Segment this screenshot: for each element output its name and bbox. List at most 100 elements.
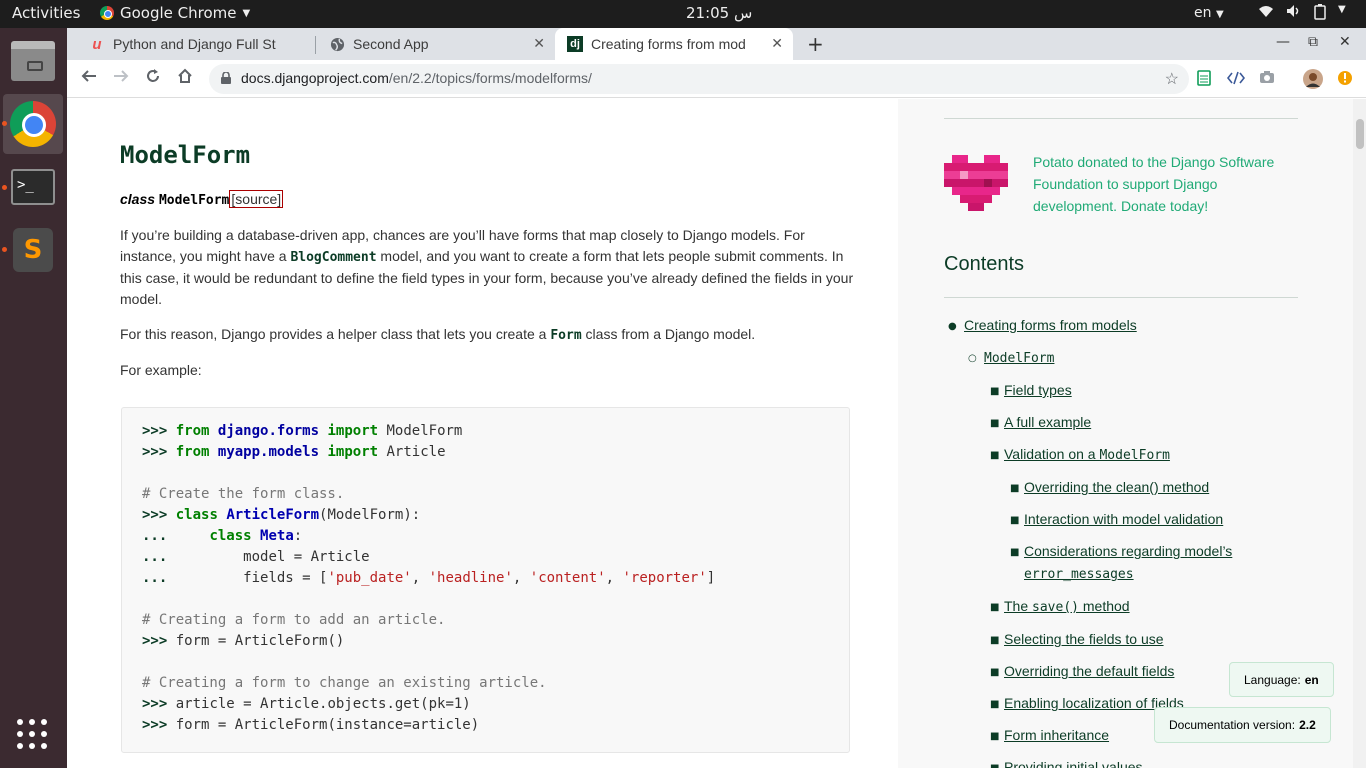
- tab-creating-forms[interactable]: dj Creating forms from mod ✕: [555, 28, 793, 60]
- code-token: 'pub_date': [327, 570, 412, 586]
- tab-python-django[interactable]: u Python and Django Full St: [77, 28, 313, 60]
- update-alert-icon[interactable]: [1337, 70, 1353, 90]
- toc-link[interactable]: Overriding the default fields: [1004, 660, 1174, 682]
- show-applications-icon[interactable]: [17, 719, 47, 749]
- code-token: ArticleForm: [226, 507, 320, 523]
- toc-text: Considerations regarding model’s: [1024, 543, 1233, 559]
- battery-icon: [1314, 4, 1326, 24]
- forward-button[interactable]: [113, 68, 129, 89]
- maximize-button[interactable]: ⧉: [1308, 34, 1318, 50]
- sublime-launcher[interactable]: S: [3, 220, 63, 280]
- bullet: ■: [990, 418, 1000, 429]
- app-menu-label: Google Chrome: [120, 4, 237, 22]
- new-tab-button[interactable]: +: [807, 32, 824, 56]
- scrollbar-thumb[interactable]: [1356, 119, 1364, 149]
- keyboard-language[interactable]: en ▼: [1194, 5, 1224, 21]
- activities-button[interactable]: Activities: [12, 4, 80, 22]
- code-token: class: [175, 507, 218, 523]
- chrome-icon: [100, 6, 114, 20]
- running-indicator: [2, 247, 7, 252]
- minimize-button[interactable]: —: [1276, 34, 1290, 50]
- contents-heading: Contents: [944, 253, 1025, 275]
- bullet: ○: [968, 353, 977, 364]
- close-window-button[interactable]: ✕: [1339, 34, 1351, 50]
- chrome-launcher[interactable]: [3, 94, 63, 154]
- code-token: Meta: [260, 528, 294, 544]
- code-block[interactable]: >>> from django.forms import ModelForm >…: [121, 407, 850, 753]
- clock[interactable]: 21:05 س: [686, 4, 752, 22]
- volume-icon: [1286, 4, 1302, 24]
- tab-title: Second App: [353, 36, 429, 52]
- url-text: docs.djangoproject.com/en/2.2/topics/for…: [241, 70, 592, 86]
- files-icon: [11, 41, 55, 81]
- code-token: 'reporter': [622, 570, 707, 586]
- toc-link[interactable]: Form inheritance: [1004, 724, 1109, 746]
- toc-text: method: [1078, 598, 1130, 614]
- code-token: from: [175, 423, 210, 439]
- close-icon[interactable]: ✕: [771, 35, 783, 52]
- code-token: model = Article: [243, 549, 370, 565]
- extension-code-icon[interactable]: [1226, 70, 1246, 90]
- toc-link[interactable]: Providing initial values: [1004, 756, 1143, 768]
- profile-avatar[interactable]: [1303, 69, 1323, 93]
- terminal-launcher[interactable]: >_: [3, 157, 63, 217]
- bullet: ■: [1010, 547, 1020, 558]
- dock: >_ S: [0, 28, 67, 768]
- source-link[interactable]: [source]: [229, 190, 284, 208]
- back-button[interactable]: [81, 68, 97, 89]
- pixel-heart-icon: [944, 155, 1008, 211]
- code-token: # Creating a form to add an article.: [142, 612, 446, 628]
- toc-link[interactable]: Selecting the fields to use: [1004, 628, 1164, 650]
- terminal-icon: >_: [11, 169, 55, 205]
- docs-version-badge[interactable]: Documentation version: 2.2: [1154, 707, 1331, 743]
- toc-link[interactable]: A full example: [1004, 411, 1091, 433]
- toc-link[interactable]: Field types: [1004, 379, 1072, 401]
- language-badge[interactable]: Language: en: [1229, 662, 1334, 697]
- url-path: /en/2.2/topics/forms/modelforms/: [388, 70, 592, 86]
- code-token: >>>: [142, 696, 168, 712]
- url-host: docs.djangoproject.com: [241, 70, 389, 86]
- lock-icon[interactable]: [221, 71, 231, 84]
- camera-icon[interactable]: [1259, 70, 1275, 88]
- donate-link[interactable]: Potato donated to the Django Software Fo…: [1033, 151, 1293, 217]
- toc-text: Validation on a: [1004, 446, 1100, 462]
- code-token: ...: [142, 549, 168, 565]
- web-page: ModelForm class ModelForm [source] If you…: [67, 99, 1366, 768]
- code-token: >>>: [142, 633, 168, 649]
- code-token: article = Article.objects.get(pk=1): [175, 696, 471, 712]
- bullet: ■: [990, 699, 1000, 710]
- code-token: from: [175, 444, 210, 460]
- wifi-icon: [1258, 4, 1274, 24]
- class-signature: class ModelForm [source]: [120, 190, 284, 208]
- app-menu[interactable]: Google Chrome ▼: [100, 4, 250, 22]
- toc-link[interactable]: Creating forms from models: [964, 314, 1137, 336]
- divider: [944, 297, 1298, 298]
- bullet: ■: [990, 731, 1000, 742]
- globe-icon: [329, 36, 345, 52]
- home-button[interactable]: [177, 68, 193, 89]
- extension-sheets-icon[interactable]: [1197, 70, 1211, 90]
- page-scrollbar[interactable]: [1353, 99, 1366, 768]
- badge-value: en: [1304, 672, 1319, 687]
- toc-code: save(): [1032, 600, 1079, 615]
- bookmark-star-icon[interactable]: ☆: [1165, 69, 1179, 89]
- signature-name: ModelForm: [158, 193, 230, 208]
- bullet: ■: [990, 635, 1000, 646]
- close-icon[interactable]: ✕: [533, 35, 545, 52]
- tab-second-app[interactable]: Second App ✕: [317, 28, 555, 60]
- reload-button[interactable]: [145, 68, 161, 89]
- system-tray[interactable]: ▼: [1258, 4, 1346, 24]
- files-launcher[interactable]: [3, 31, 63, 91]
- code-token: import: [327, 444, 379, 460]
- toc-link[interactable]: Validation on a ModelForm: [1004, 443, 1170, 467]
- bullet: ■: [990, 602, 1000, 613]
- toc-link[interactable]: Interaction with model validation: [1024, 508, 1223, 530]
- browser-toolbar: docs.djangoproject.com/en/2.2/topics/for…: [67, 60, 1366, 98]
- toc-link[interactable]: Overriding the clean() method: [1024, 476, 1209, 498]
- toc-link[interactable]: The save() method: [1004, 595, 1130, 619]
- toc-link[interactable]: ModelForm: [984, 346, 1054, 370]
- toc-link[interactable]: Considerations regarding model’s error_me…: [1024, 540, 1232, 586]
- address-bar[interactable]: docs.djangoproject.com/en/2.2/topics/for…: [209, 64, 1189, 94]
- code-token: (ModelForm):: [319, 507, 421, 523]
- code-token: ModelForm: [386, 423, 463, 439]
